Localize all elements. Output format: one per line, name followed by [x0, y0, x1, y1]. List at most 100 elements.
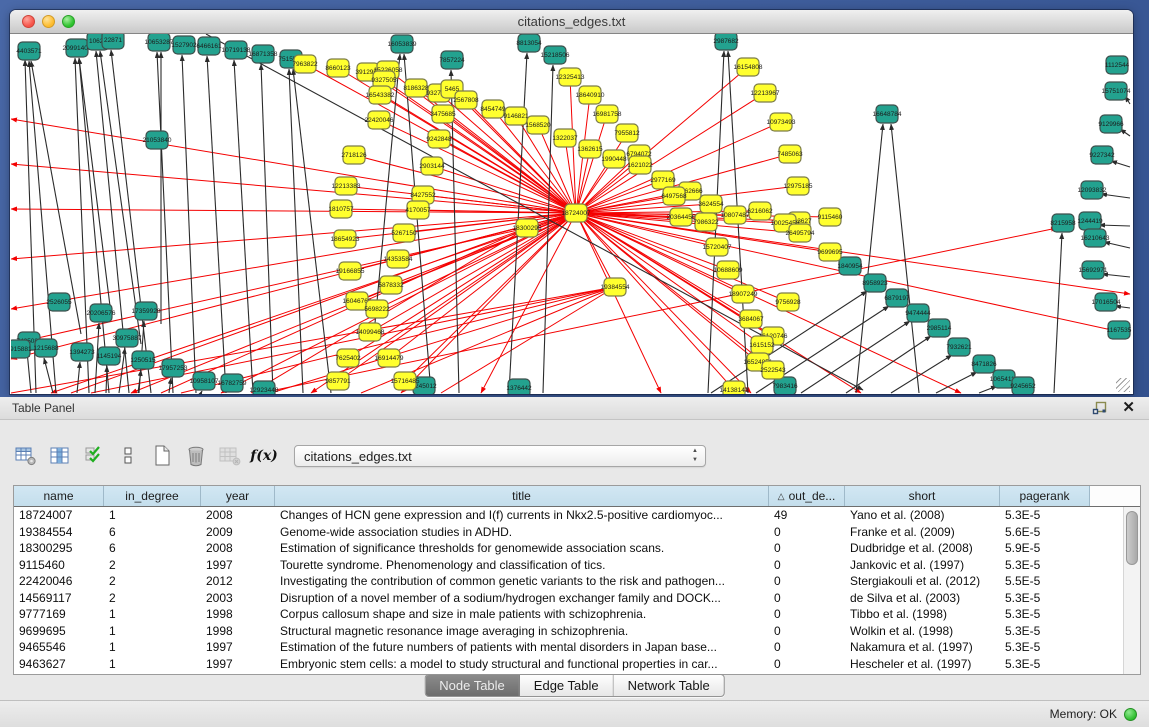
cell-year[interactable]: 1997 [201, 640, 275, 654]
graph-node[interactable]: 8471826 [971, 355, 997, 373]
tab-network-table[interactable]: Network Table [614, 675, 724, 696]
cell-out_degree[interactable]: 49 [769, 508, 845, 522]
cell-short[interactable]: Franke et al. (2009) [845, 525, 1000, 539]
graph-node[interactable]: 18724007 [562, 204, 591, 222]
graph-node[interactable]: 22420046 [365, 111, 394, 129]
graph-node[interactable]: 18640910 [576, 86, 605, 104]
table-row[interactable]: 1830029562008Estimation of significance … [14, 540, 1124, 557]
graph-node[interactable]: 12213383 [332, 177, 361, 195]
graph-node[interactable]: 19166855 [336, 262, 365, 280]
table-row[interactable]: 1456911722003Disruption of a novel membe… [14, 590, 1124, 607]
cell-name[interactable]: 22420046 [14, 574, 104, 588]
graph-node[interactable]: 6216062 [747, 202, 773, 220]
graph-node[interactable]: 1244419 [1077, 212, 1103, 230]
cell-title[interactable]: Changes of HCN gene expression and I(f) … [275, 508, 769, 522]
graph-node[interactable]: 12923448 [250, 381, 279, 394]
network-window-titlebar[interactable]: citations_edges.txt [10, 10, 1133, 34]
select-all-rows-button[interactable] [82, 443, 106, 469]
graph-node[interactable]: 18300295 [513, 219, 542, 237]
table-row[interactable]: 911546021997Tourette syndrome. Phenomeno… [14, 557, 1124, 574]
graph-node[interactable]: 1621022 [627, 156, 653, 174]
graph-node[interactable]: 15720407 [703, 238, 732, 256]
graph-node[interactable]: 30975887 [113, 329, 142, 347]
table-row[interactable]: 946554611997Estimation of the future num… [14, 639, 1124, 656]
graph-node[interactable]: 5267150 [391, 224, 417, 242]
graph-node[interactable]: 21053840 [143, 131, 172, 149]
graph-node[interactable]: 10653287 [145, 34, 174, 51]
column-header-out_degree[interactable]: △out_de... [769, 486, 845, 506]
graph-node[interactable]: 19384554 [601, 278, 630, 296]
graph-node[interactable]: 9699695 [817, 243, 843, 261]
graph-node[interactable]: 2977169 [650, 171, 676, 189]
graph-node[interactable]: 1167535 [1107, 321, 1132, 339]
float-panel-button[interactable] [1092, 401, 1107, 415]
cell-short[interactable]: Tibbo et al. (1998) [845, 607, 1000, 621]
cell-short[interactable]: Hescheler et al. (1997) [845, 657, 1000, 671]
cell-short[interactable]: Nakamura et al. (1997) [845, 640, 1000, 654]
function-builder-button[interactable]: f(x) [252, 443, 276, 469]
cell-out_degree[interactable]: 0 [769, 574, 845, 588]
graph-node[interactable]: 9857791 [325, 372, 351, 390]
graph-node[interactable]: 9245652 [1010, 377, 1036, 394]
cell-pagerank[interactable]: 5.6E-5 [1000, 525, 1090, 539]
cell-pagerank[interactable]: 5.3E-5 [1000, 624, 1090, 638]
graph-node[interactable]: 7963822 [292, 55, 318, 73]
graph-node[interactable]: 8186328 [403, 79, 429, 97]
cell-in_degree[interactable]: 2 [104, 574, 201, 588]
cell-name[interactable]: 9699695 [14, 624, 104, 638]
cell-name[interactable]: 9465546 [14, 640, 104, 654]
cell-in_degree[interactable]: 1 [104, 508, 201, 522]
column-header-short[interactable]: short [845, 486, 1000, 506]
graph-node[interactable]: 16981758 [593, 105, 622, 123]
graph-node[interactable]: 9756928 [775, 293, 801, 311]
cell-pagerank[interactable]: 5.3E-5 [1000, 591, 1090, 605]
deselect-rows-button[interactable] [116, 443, 140, 469]
graph-node[interactable]: 2718126 [341, 146, 367, 164]
cell-year[interactable]: 2008 [201, 508, 275, 522]
graph-node[interactable]: 16782759 [218, 374, 247, 392]
table-row[interactable]: 969969511998Structural magnetic resonanc… [14, 623, 1124, 640]
cell-out_degree[interactable]: 0 [769, 657, 845, 671]
cell-name[interactable]: 18724007 [14, 508, 104, 522]
cell-in_degree[interactable]: 1 [104, 640, 201, 654]
graph-node[interactable]: 18654923 [331, 230, 360, 248]
graph-node[interactable]: 2526055 [46, 293, 72, 311]
cell-name[interactable]: 18300295 [14, 541, 104, 555]
column-header-pagerank[interactable]: pagerank [1000, 486, 1090, 506]
cell-title[interactable]: Structural magnetic resonance image aver… [275, 624, 769, 638]
graph-node[interactable]: 1362615 [577, 140, 603, 158]
cell-year[interactable]: 1997 [201, 558, 275, 572]
delete-table-button[interactable] [184, 443, 208, 469]
graph-node[interactable]: 6879197 [884, 289, 910, 307]
graph-node[interactable]: 17359928 [132, 302, 161, 320]
cell-year[interactable]: 2003 [201, 591, 275, 605]
graph-node[interactable]: 1990448 [601, 150, 627, 168]
cell-out_degree[interactable]: 0 [769, 624, 845, 638]
graph-node[interactable]: 2987682 [713, 34, 739, 50]
graph-node[interactable]: 16053839 [388, 35, 417, 53]
graph-node[interactable]: 16210643 [1081, 229, 1110, 247]
graph-node[interactable]: 3915881 [11, 340, 32, 358]
graph-node[interactable]: 8958923 [862, 274, 888, 292]
cell-pagerank[interactable]: 5.3E-5 [1000, 558, 1090, 572]
graph-node[interactable]: 15716485 [391, 372, 420, 390]
graph-node[interactable]: 4403571 [16, 42, 42, 60]
cell-title[interactable]: Estimation of the future numbers of pati… [275, 640, 769, 654]
graph-node[interactable]: 3624554 [698, 195, 724, 213]
close-window-button[interactable] [22, 15, 35, 28]
table-row[interactable]: 1872400712008Changes of HCN gene express… [14, 507, 1124, 524]
graph-node[interactable]: 12213967 [751, 84, 780, 102]
graph-node[interactable]: 14099468 [356, 323, 385, 341]
cell-title[interactable]: Tourette syndrome. Phenomenology and cla… [275, 558, 769, 572]
column-visibility-button[interactable] [48, 443, 72, 469]
graph-node[interactable]: 1840954 [837, 257, 863, 275]
cell-out_degree[interactable]: 0 [769, 558, 845, 572]
cell-pagerank[interactable]: 5.3E-5 [1000, 607, 1090, 621]
cell-year[interactable]: 2012 [201, 574, 275, 588]
graph-node[interactable]: 18907249 [729, 285, 758, 303]
cell-year[interactable]: 1998 [201, 624, 275, 638]
table-settings-button[interactable] [14, 443, 38, 469]
graph-node[interactable]: 9115460 [818, 208, 843, 226]
graph-node[interactable]: 14353584 [384, 250, 413, 268]
cell-out_degree[interactable]: 0 [769, 525, 845, 539]
